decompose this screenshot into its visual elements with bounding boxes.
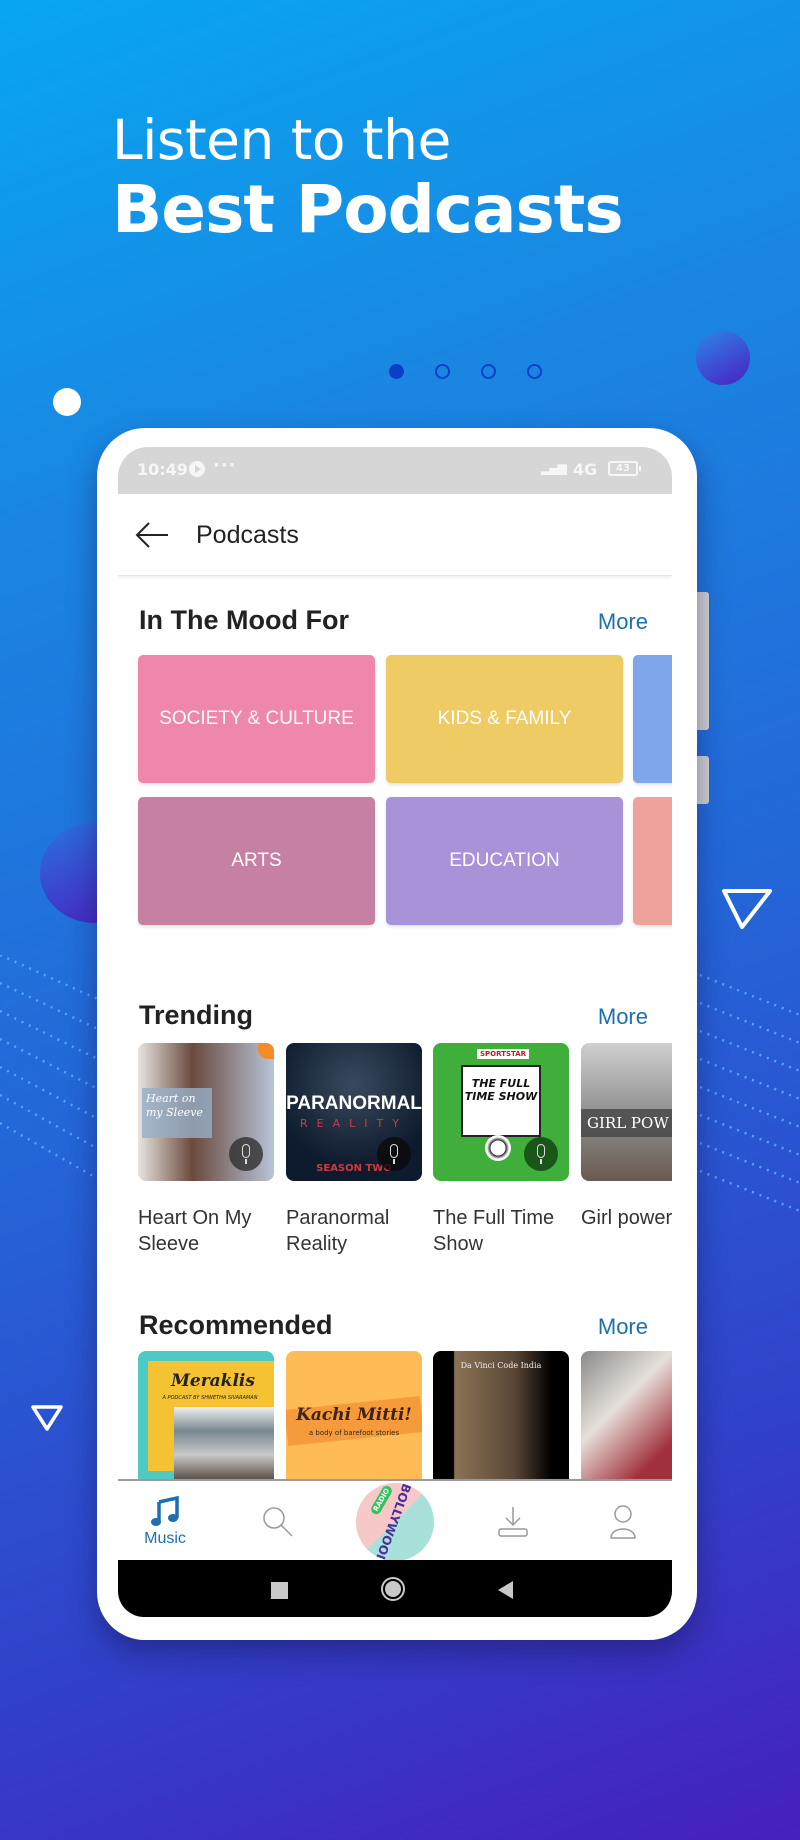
phone-mockup: 10:49 ··· ▂▄▆ 4G 43 Podcasts In The Mood… [97,428,697,1640]
bottom-navigation: Music RADIO BOLLYWOOD [118,1479,672,1562]
music-note-icon [151,1495,179,1526]
profile-icon [610,1504,636,1539]
podcast-card-kachi-mitti[interactable]: Kachi Mitti! a body of barefoot stories [286,1351,422,1489]
phone-power-button [697,756,709,804]
podcast-card-paranormal-reality[interactable]: PARANORMAL REALITY SEASON TWO [286,1043,422,1181]
cover-photo [174,1407,274,1487]
page-title: Podcasts [196,521,299,549]
status-time: 10:49 [137,460,188,479]
mood-tile[interactable] [633,797,672,925]
battery-icon: 43 [608,461,641,476]
back-triangle-icon[interactable] [498,1581,513,1599]
decorative-circle [696,331,750,385]
mood-more-link[interactable]: More [598,609,648,635]
podcast-title: Girl power [581,1207,672,1229]
radio-bollywood-icon: RADIO BOLLYWOOD [356,1482,434,1561]
pager-dot-3[interactable] [481,364,496,379]
tile-label: KIDS & FAMILY [437,708,572,729]
nav-item-search[interactable] [228,1481,328,1562]
podcast-card-heart-on-my-sleeve[interactable]: Heart on my Sleeve [138,1043,274,1181]
tile-label: EDUCATION [449,850,560,871]
play-icon [189,461,205,477]
cover-text: Meraklis [171,1371,255,1391]
mood-tile[interactable]: EDUCATION [386,797,623,925]
home-circle-icon[interactable] [381,1577,405,1601]
podcast-card-meraklis[interactable]: Meraklis A PODCAST BY SHWETHA SIVARAMAN [138,1351,274,1489]
mood-tile[interactable]: ARTS [138,797,375,925]
nav-item-radio[interactable]: RADIO BOLLYWOOD [345,1481,445,1562]
decorative-triangle [722,889,772,929]
status-bar: 10:49 ··· ▂▄▆ 4G 43 [118,447,672,494]
podcast-card-recommended-4[interactable] [581,1351,672,1489]
podcast-title: Heart On My Sleeve [138,1207,252,1255]
app-bar: Podcasts [118,494,672,576]
mood-tile[interactable]: KIDS & FAMILY [386,655,623,783]
section-title-recommended: Recommended [139,1310,333,1340]
microphone-icon [229,1137,263,1171]
battery-level: 43 [616,463,630,474]
arrow-left-icon[interactable] [135,520,169,550]
section-title-trending: Trending [139,1000,253,1030]
nav-item-music[interactable]: Music [118,1481,212,1562]
phone-volume-button [697,592,709,730]
football-icon [485,1135,511,1161]
pager-dots [389,364,542,379]
podcast-card-girl-power[interactable]: GIRL POW [581,1043,672,1181]
mood-tile[interactable] [633,655,672,783]
cover-subtext: a body of barefoot stories [308,1429,400,1437]
decorative-triangle [31,1405,63,1431]
headline-line-1: Listen to the [112,108,451,172]
nav-item-downloads[interactable] [463,1481,563,1562]
pager-dot-1[interactable] [389,364,404,379]
trending-more-link[interactable]: More [598,1004,648,1030]
tile-label: ARTS [231,850,282,871]
pager-dot-2[interactable] [435,364,450,379]
cover-text: Kachi Mitti! [296,1405,412,1425]
phone-screen: 10:49 ··· ▂▄▆ 4G 43 Podcasts In The Mood… [118,447,672,1617]
search-icon [263,1506,293,1537]
podcast-title: Paranormal Reality [286,1207,390,1255]
system-navigation-bar [118,1560,672,1617]
cover-text: THE FULL TIME SHOW [461,1065,541,1137]
nav-label-music: Music [144,1529,186,1547]
cover-text: Heart on my Sleeve [142,1088,212,1138]
promo-headline: Listen to the Best Podcasts [112,108,624,248]
network-type: 4G [573,460,598,479]
hubhopper-badge-icon [258,1043,274,1059]
cover-subtext: A PODCAST BY SHWETHA SIVARAMAN [162,1395,258,1401]
recommended-more-link[interactable]: More [598,1314,648,1340]
pager-dot-4[interactable] [527,364,542,379]
mood-tile[interactable]: SOCIETY & CULTURE [138,655,375,783]
cover-text: GIRL POW [581,1109,672,1137]
recents-square-icon[interactable] [271,1582,288,1599]
section-title-mood: In The Mood For [139,605,349,635]
podcast-card-da-vinci-code-india[interactable]: Da Vinci Code India [433,1351,569,1489]
tile-label: SOCIETY & CULTURE [159,708,354,729]
signal-icon: ▂▄▆ [541,461,567,475]
overflow-dots-icon: ··· [213,455,237,476]
download-icon [498,1506,528,1537]
cover-text: PARANORMAL [286,1093,422,1114]
cover-text: Da Vinci Code India [460,1361,542,1370]
cover-subtext: REALITY [300,1117,408,1130]
podcast-title: The Full Time Show [433,1207,555,1255]
decorative-circle [53,388,81,416]
cover-badge: SPORTSTAR [477,1049,530,1059]
microphone-icon [524,1137,558,1171]
nav-item-profile[interactable] [573,1481,672,1562]
microphone-icon [377,1137,411,1171]
podcast-card-full-time-show[interactable]: SPORTSTAR THE FULL TIME SHOW [433,1043,569,1181]
headline-line-2: Best Podcasts [112,171,624,248]
